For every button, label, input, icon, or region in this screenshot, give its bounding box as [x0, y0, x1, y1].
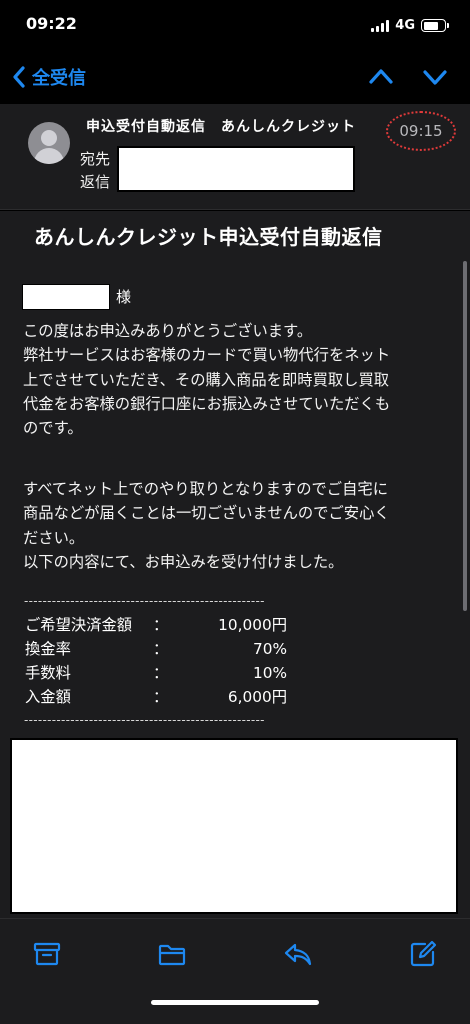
- fee-row: ご希望決済金額 ： 10,000円: [25, 613, 287, 637]
- folder-icon[interactable]: [157, 939, 187, 969]
- signal-icon: [371, 19, 390, 32]
- fee-table: ご希望決済金額 ： 10,000円 換金率 ： 70% 手数料 ： 10% 入金…: [25, 613, 287, 709]
- salutation-suffix: 様: [116, 288, 132, 306]
- status-indicators: 4G: [371, 18, 449, 33]
- compose-icon[interactable]: [408, 939, 438, 969]
- fee-row: 換金率 ： 70%: [25, 637, 287, 661]
- paragraph-notice: すべてネット上でのやり取りとなりますのでご自宅に 商品などが届くことは一切ござい…: [23, 480, 390, 571]
- recipient-labels: 宛先 返信: [80, 148, 110, 194]
- back-button-label: 全受信: [32, 68, 86, 89]
- fee-row: 手数料 ： 10%: [25, 661, 287, 685]
- chevron-left-icon: [13, 66, 25, 88]
- bottom-toolbar: [0, 918, 470, 1024]
- avatar: [28, 122, 70, 164]
- chevron-up-icon[interactable]: [368, 64, 394, 90]
- archive-icon[interactable]: [32, 939, 62, 969]
- mail-title: あんしんクレジット申込受付自動返信: [34, 225, 383, 249]
- fee-label: 手数料: [25, 664, 71, 682]
- fee-value: 6,000円: [227, 688, 287, 706]
- paragraph-intro: この度はお申込みありがとうございます。 弊社サービスはお客様のカードで買い物代行…: [23, 322, 391, 438]
- fee-colon: ：: [153, 688, 169, 706]
- fee-colon: ：: [153, 616, 169, 634]
- message-navigation: [368, 64, 448, 90]
- chevron-down-icon[interactable]: [422, 64, 448, 90]
- fee-colon: ：: [153, 664, 169, 682]
- fee-label: ご希望決済金額: [25, 616, 133, 634]
- status-time: 09:22: [26, 14, 77, 33]
- mail-time: 09:15: [386, 111, 456, 151]
- reply-icon[interactable]: [283, 939, 313, 969]
- nav-bar: 全受信: [0, 52, 470, 104]
- fee-value: 10%: [253, 664, 287, 682]
- fee-value: 10,000円: [218, 616, 287, 634]
- fee-value: 70%: [253, 640, 287, 658]
- redacted-block: [10, 738, 458, 914]
- redacted-name: [22, 284, 110, 310]
- fee-colon: ：: [153, 640, 169, 658]
- reply-to-label: 返信: [80, 173, 111, 191]
- mail-subject: 申込受付自動返信 あんしんクレジット: [86, 119, 356, 135]
- divider-bottom: ----------------------------------------…: [24, 713, 265, 727]
- to-label: 宛先: [80, 150, 111, 168]
- status-bar: 09:22 4G: [0, 0, 470, 52]
- fee-label: 入金額: [25, 688, 71, 706]
- battery-icon: [421, 19, 449, 32]
- home-indicator[interactable]: [151, 1000, 319, 1005]
- fee-row: 入金額 ： 6,000円: [25, 685, 287, 709]
- scrollbar[interactable]: [463, 261, 467, 611]
- back-button[interactable]: 全受信: [12, 64, 86, 90]
- network-type: 4G: [395, 18, 415, 33]
- mail-body[interactable]: あんしんクレジット申込受付自動返信 様 この度はお申込みありがとうございます。 …: [0, 211, 470, 918]
- fee-label: 換金率: [25, 640, 71, 658]
- divider-top: ----------------------------------------…: [24, 594, 265, 608]
- redacted-recipient: [117, 146, 355, 192]
